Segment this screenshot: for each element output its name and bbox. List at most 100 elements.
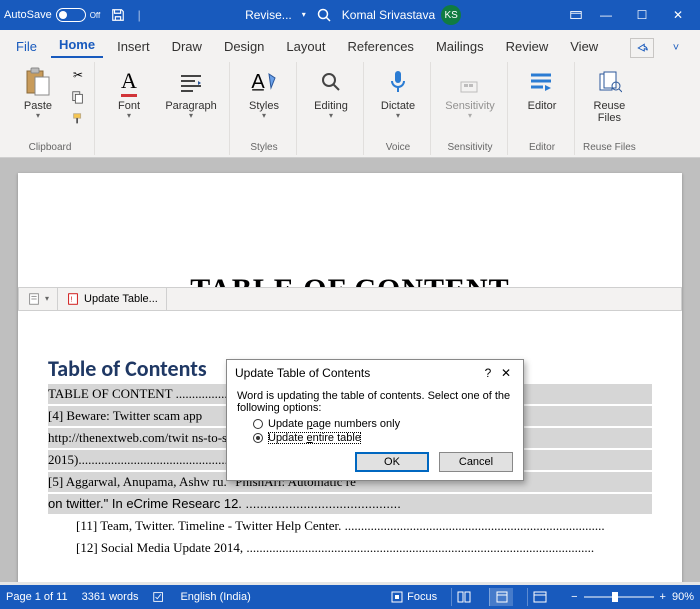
format-painter-button[interactable]	[68, 110, 88, 128]
styles-button[interactable]: A̲ Styles▾	[238, 64, 290, 132]
group-font: A Font▾ Paragraph▾	[97, 62, 230, 155]
cancel-button[interactable]: Cancel	[439, 452, 513, 472]
group-label-sensitivity: Sensitivity	[447, 142, 492, 153]
status-words[interactable]: 3361 words	[82, 591, 139, 603]
paste-button[interactable]: Paste▾	[12, 64, 64, 132]
radio-label: Update page numbers only	[268, 418, 400, 430]
avatar: KS	[441, 5, 461, 25]
group-sensitivity: Sensitivity▾ Sensitivity	[433, 62, 508, 155]
user-name: Komal Srivastava	[342, 8, 435, 22]
status-page[interactable]: Page 1 of 11	[6, 591, 68, 603]
close-button[interactable]: ✕	[660, 0, 696, 30]
user-account[interactable]: Komal Srivastava KS	[342, 5, 461, 25]
reuse-icon	[593, 66, 625, 98]
view-web-layout[interactable]	[527, 588, 551, 606]
zoom-in-button[interactable]: +	[660, 591, 666, 603]
copy-button[interactable]	[68, 88, 88, 106]
group-reuse: Reuse Files Reuse Files	[577, 62, 642, 155]
refresh-icon: !	[66, 292, 80, 306]
toc-options-button[interactable]: ▾	[19, 288, 58, 310]
tab-references[interactable]: References	[339, 35, 421, 58]
dialog-help-button[interactable]: ?	[479, 366, 497, 380]
doc-name-dd[interactable]: ▾	[302, 10, 306, 19]
ribbon: Paste▾ ✂ Clipboard A Font▾ Paragraph▾	[0, 58, 700, 158]
tab-draw[interactable]: Draw	[164, 35, 210, 58]
group-label-clipboard: Clipboard	[29, 142, 72, 153]
mic-icon	[382, 66, 414, 98]
maximize-button[interactable]: ☐	[624, 0, 660, 30]
update-toc-dialog: Update Table of Contents ? ✕ Word is upd…	[226, 359, 524, 481]
tab-mailings[interactable]: Mailings	[428, 35, 492, 58]
editor-button[interactable]: Editor	[516, 64, 568, 132]
focus-icon	[391, 591, 403, 603]
editing-button[interactable]: Editing▾	[305, 64, 357, 132]
tab-home[interactable]: Home	[51, 33, 103, 58]
status-focus[interactable]: Focus	[391, 591, 437, 603]
paste-icon	[22, 66, 54, 98]
tab-review[interactable]: Review	[498, 35, 557, 58]
view-print-layout[interactable]	[489, 588, 513, 606]
collapse-ribbon-button[interactable]: ˅	[664, 38, 688, 58]
cut-button[interactable]: ✂	[68, 66, 88, 84]
autosave-state: Off	[90, 11, 101, 20]
view-read-mode[interactable]	[451, 588, 475, 606]
doc-name[interactable]: Revise...	[245, 8, 292, 22]
minimize-button[interactable]: —	[588, 0, 624, 30]
dialog-close-button[interactable]: ✕	[497, 366, 515, 380]
paragraph-button[interactable]: Paragraph▾	[159, 64, 223, 132]
titlebar: AutoSave Off | Revise... ▾ Komal Srivast…	[0, 0, 700, 30]
status-spellcheck[interactable]	[152, 590, 166, 604]
toc-entry[interactable]: on twitter." In eCrime Researc 12. .....…	[48, 494, 652, 514]
update-table-button[interactable]: ! Update Table...	[58, 288, 167, 310]
dictate-button[interactable]: Dictate▾	[372, 64, 424, 132]
zoom-track[interactable]	[584, 596, 654, 598]
zoom-out-button[interactable]: −	[571, 591, 577, 603]
dialog-title: Update Table of Contents	[235, 366, 479, 380]
status-language[interactable]: English (India)	[180, 591, 250, 603]
save-icon[interactable]	[106, 3, 130, 27]
font-button[interactable]: A Font▾	[103, 64, 155, 132]
group-label-voice: Voice	[386, 142, 410, 153]
tab-insert[interactable]: Insert	[109, 35, 158, 58]
ribbon-options-icon[interactable]	[564, 3, 588, 27]
tab-layout[interactable]: Layout	[278, 35, 333, 58]
reuse-files-button[interactable]: Reuse Files	[583, 64, 635, 132]
tab-design[interactable]: Design	[216, 35, 272, 58]
editor-icon	[526, 66, 558, 98]
group-editor: Editor Editor	[510, 62, 575, 155]
sensitivity-icon	[454, 66, 486, 98]
toc-entry[interactable]: [12] Social Media Update 2014, .........…	[76, 538, 652, 558]
toggle-off-icon	[56, 8, 86, 22]
tab-view[interactable]: View	[562, 35, 606, 58]
ok-button[interactable]: OK	[355, 452, 429, 472]
tab-file[interactable]: File	[8, 35, 45, 58]
window-controls: — ☐ ✕	[588, 0, 696, 30]
font-icon: A	[113, 66, 145, 98]
radio-icon	[253, 419, 263, 429]
group-clipboard: Paste▾ ✂ Clipboard	[6, 62, 95, 155]
statusbar: Page 1 of 11 3361 words English (India) …	[0, 585, 700, 609]
radio-update-entire-table[interactable]: Update entire table	[253, 432, 513, 444]
update-table-label: Update Table...	[84, 293, 158, 305]
toc-entry[interactable]: [11] Team, Twitter. Timeline - Twitter H…	[76, 516, 652, 536]
editing-icon	[315, 66, 347, 98]
dialog-body-text: Word is updating the table of contents. …	[237, 390, 513, 414]
sensitivity-button[interactable]: Sensitivity▾	[439, 64, 501, 132]
paragraph-icon	[175, 66, 207, 98]
document-area[interactable]: TABLE OF CONTENT Table of Contents TABLE…	[0, 158, 700, 582]
group-voice: Dictate▾ Voice	[366, 62, 431, 155]
page-icon	[27, 292, 41, 306]
group-label-styles: Styles	[250, 142, 277, 153]
toc-floating-toolbar: ▾ ! Update Table...	[18, 287, 682, 311]
svg-text:!: !	[70, 297, 72, 304]
autosave-label: AutoSave	[4, 9, 52, 21]
radio-label: Update entire table	[268, 432, 361, 444]
zoom-level[interactable]: 90%	[672, 591, 694, 603]
ribbon-tabs: File Home Insert Draw Design Layout Refe…	[0, 30, 700, 58]
zoom-slider[interactable]: − + 90%	[571, 591, 694, 603]
search-icon[interactable]	[316, 7, 332, 23]
group-label-reuse: Reuse Files	[583, 142, 636, 153]
autosave-toggle[interactable]: AutoSave Off	[4, 8, 100, 22]
share-button[interactable]	[630, 38, 654, 58]
radio-update-page-numbers[interactable]: Update page numbers only	[253, 418, 513, 430]
